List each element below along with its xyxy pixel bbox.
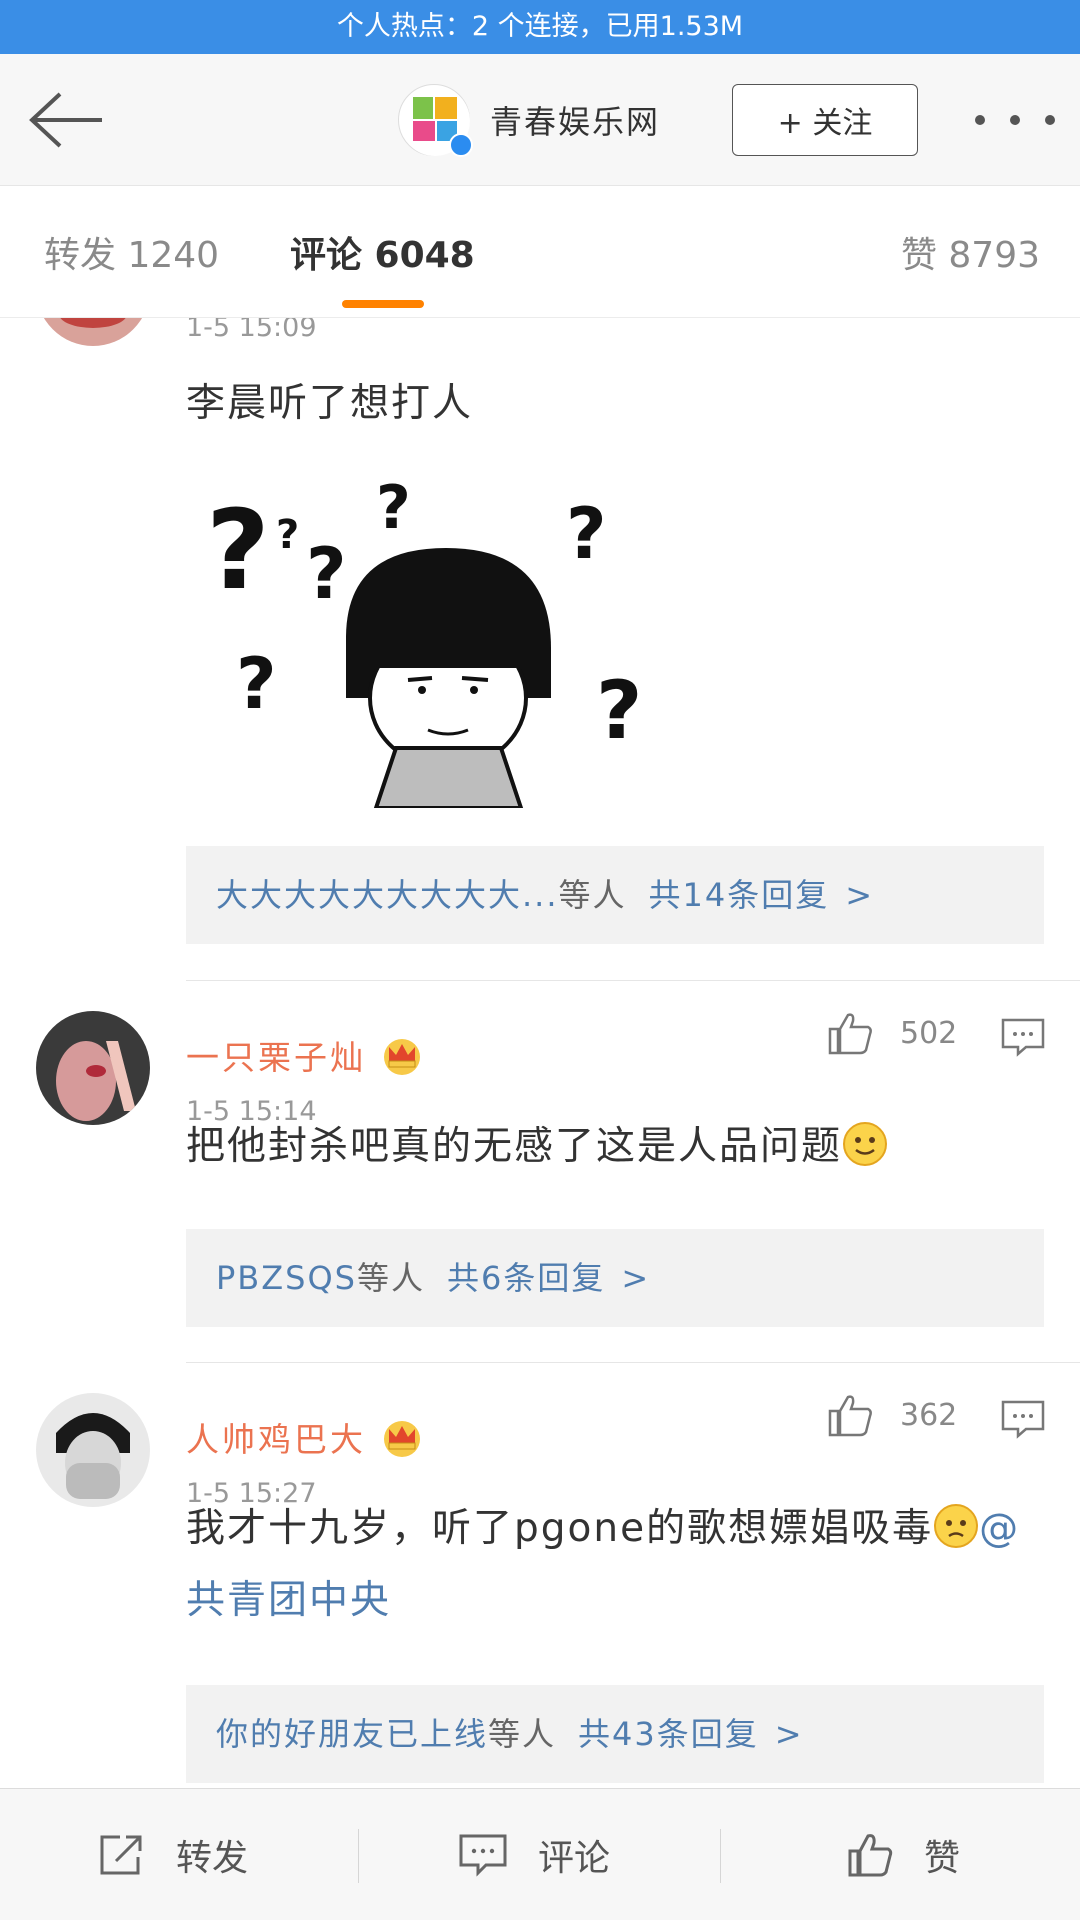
tab-bar: 转发 1240 评论 6048 赞 8793 (0, 186, 1080, 318)
comment-username[interactable]: 一只栗子灿 (186, 1031, 424, 1079)
more-icon[interactable] (975, 102, 1055, 138)
reply-icon[interactable] (1000, 1399, 1046, 1439)
account-name: 青春娱乐网 (490, 103, 661, 141)
svg-text:?: ? (276, 512, 299, 558)
comment-username[interactable]: 人帅鸡巴大 (186, 1413, 424, 1461)
comment-text-content: 我才十九岁，听了pgone的歌想嫖娼吸毒 (186, 1506, 934, 1551)
separator (720, 1829, 721, 1883)
comment-icon (459, 1834, 507, 1877)
comment-label: 评论 (538, 1838, 611, 1879)
smile-emoji-icon (843, 1122, 888, 1166)
like-button[interactable]: 502 (826, 1011, 957, 1055)
bottom-action-bar: 转发 评论 赞 (0, 1788, 1080, 1920)
repost-button[interactable]: 转发 (98, 1789, 248, 1920)
reply-icon[interactable] (1000, 1017, 1046, 1057)
reply-summary[interactable]: PBZSQS等人 共6条回复 > (186, 1229, 1044, 1327)
svg-text:?: ? (306, 533, 347, 615)
like-count: 362 (900, 1397, 958, 1433)
chevron-right-icon: > (774, 1715, 804, 1753)
svg-text:?: ? (206, 486, 270, 614)
crown-icon (384, 1421, 420, 1457)
account-logo[interactable] (398, 84, 473, 157)
active-tab-indicator (342, 300, 424, 308)
username-text: 一只栗子灿 (186, 1038, 366, 1077)
tab-repost[interactable]: 转发 1240 (44, 226, 219, 278)
like-label: 赞 (924, 1838, 961, 1879)
username-text: 人帅鸡巴大 (186, 1420, 366, 1459)
like-icon (848, 1834, 893, 1877)
sad-emoji-icon (934, 1504, 979, 1548)
reply-others: 等人 (356, 1259, 425, 1297)
reply-names: 你的好朋友已上线 (216, 1715, 489, 1753)
like-button[interactable]: 362 (826, 1393, 957, 1437)
follow-button[interactable]: + 关注 (732, 84, 918, 156)
comment-item: 人帅鸡巴大 1-5 15:27 362 我才十九岁，听了pgone的歌想嫖娼吸毒… (0, 1363, 1080, 1788)
repost-icon (100, 1835, 142, 1875)
comment-item: 1-5 15:09 李晨听了想打人 ? ? ? ? ? ? ? 大大大大大大大大… (0, 318, 1080, 978)
crown-icon (384, 1039, 420, 1075)
avatar[interactable] (36, 1393, 150, 1507)
top-navigation: 青春娱乐网 + 关注 (0, 54, 1080, 186)
like-bottom-button[interactable]: 赞 (846, 1789, 960, 1920)
avatar-image (36, 1011, 150, 1125)
comment-text-content: 把他封杀吧真的无感了这是人品问题 (186, 1124, 843, 1169)
comment-text: 把他封杀吧真的无感了这是人品问题 (186, 1111, 1046, 1183)
reply-count: 共43条回复 (578, 1715, 759, 1753)
reply-summary[interactable]: 大大大大大大大大大...等人 共14条回复 > (186, 846, 1044, 944)
tab-comment[interactable]: 评论 6048 (290, 226, 475, 278)
reply-summary[interactable]: 你的好朋友已上线等人 共43条回复 > (186, 1685, 1044, 1783)
comment-text: 我才十九岁，听了pgone的歌想嫖娼吸毒 @共青团中央 (186, 1493, 1046, 1637)
svg-text:?: ? (376, 473, 411, 543)
back-button[interactable] (26, 88, 106, 152)
comment-text: 李晨听了想打人 (186, 381, 474, 426)
comment-button[interactable]: 评论 (458, 1789, 610, 1920)
hotspot-status-bar: 个人热点：2 个连接，已用1.53M (0, 0, 1080, 54)
reply-count: 共14条回复 (648, 876, 830, 914)
thumbs-up-icon (828, 1013, 872, 1055)
svg-text:?: ? (566, 493, 607, 575)
reply-count: 共6条回复 (447, 1259, 606, 1297)
comment-item: 一只栗子灿 1-5 15:14 502 把他封杀吧真的无感了这是人品问题 PBZ… (0, 981, 1080, 1361)
avatar[interactable] (36, 1011, 150, 1125)
repost-label: 转发 (176, 1838, 249, 1879)
svg-text:?: ? (596, 664, 642, 757)
chevron-right-icon: > (621, 1259, 651, 1297)
comment-time: 1-5 15:09 (186, 318, 317, 343)
reply-others: 等人 (488, 1715, 557, 1753)
back-arrow-icon (29, 92, 102, 148)
separator (358, 1829, 359, 1883)
account-header[interactable]: 青春娱乐网 (398, 84, 661, 157)
meme-image[interactable]: ? ? ? ? ? ? ? (196, 468, 656, 808)
tab-like[interactable]: 赞 8793 (901, 226, 1040, 278)
chevron-right-icon: > (845, 876, 875, 914)
reply-names: 大大大大大大大大大... (216, 876, 559, 914)
reply-names: PBZSQS (216, 1259, 357, 1297)
thumbs-up-icon (828, 1395, 872, 1437)
like-count: 502 (900, 1015, 958, 1051)
avatar-image (36, 318, 150, 346)
comment-list[interactable]: 1-5 15:09 李晨听了想打人 ? ? ? ? ? ? ? 大大大大大大大大… (0, 318, 1080, 1788)
avatar-image (36, 1393, 150, 1507)
svg-text:?: ? (236, 643, 277, 725)
avatar[interactable] (36, 318, 150, 346)
verified-badge-icon (449, 133, 473, 157)
reply-others: 等人 (558, 876, 627, 914)
